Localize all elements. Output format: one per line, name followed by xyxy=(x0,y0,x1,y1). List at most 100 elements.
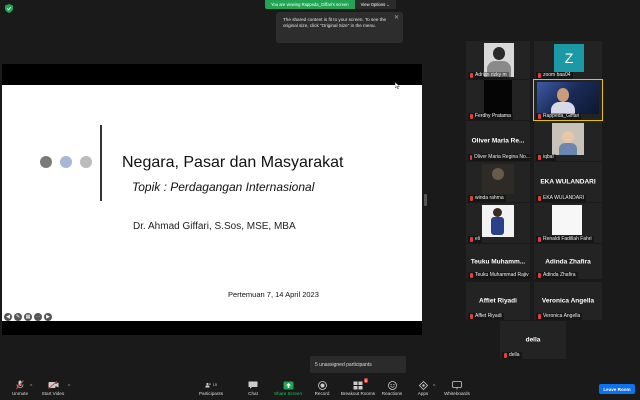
share-screen-label: Share Screen xyxy=(273,391,303,396)
whiteboard-icon xyxy=(451,380,463,390)
participants-count: 15 xyxy=(212,383,217,387)
participant-name-text: Adrian rizky m xyxy=(475,72,507,78)
unmute-label: Unmute xyxy=(11,391,29,396)
participant-name: zoom baa04 xyxy=(536,72,573,79)
participant-photo xyxy=(482,164,514,194)
share-screen-icon xyxy=(282,380,294,390)
close-icon[interactable]: ✕ xyxy=(394,15,399,21)
record-label: Record xyxy=(314,391,330,396)
participant-tile[interactable]: Adinda Zhafira Adinda Zhafira xyxy=(534,244,602,279)
participant-display-name: EKA WULANDARI xyxy=(540,178,596,186)
pen-icon[interactable]: ✎ xyxy=(14,313,22,321)
unassigned-participants-notice[interactable]: 5 unassigned participants xyxy=(310,356,406,373)
participant-name-text: Oliver Maria Regina No... xyxy=(473,154,530,160)
presentation-slide xyxy=(2,85,422,321)
muted-mic-icon xyxy=(538,155,541,160)
participant-photo xyxy=(552,205,582,235)
muted-mic-icon xyxy=(538,114,541,119)
head-shape xyxy=(493,208,502,217)
leave-room-button[interactable]: Leave Room xyxy=(599,384,635,394)
viewing-banner: You are viewing Rappeda_Giffari's screen… xyxy=(265,0,396,9)
panel-resize-handle[interactable] xyxy=(424,194,427,206)
muted-mic-icon xyxy=(538,314,541,319)
next-slide-icon[interactable]: ▶ xyxy=(44,313,52,321)
participant-name-text: della xyxy=(509,352,520,358)
shared-screen xyxy=(2,64,422,335)
video-options-chevron-icon[interactable]: ^ xyxy=(68,384,70,390)
start-video-button[interactable]: Start Video xyxy=(33,380,73,396)
participant-name: EKA WULANDARI xyxy=(536,195,587,202)
participant-display-name: Teuku Muhamm... xyxy=(470,258,526,265)
participant-tile-active-speaker[interactable]: Rappeda_Giffari xyxy=(533,79,603,121)
slide-divider-line xyxy=(100,125,102,201)
participant-name-text: Adinda Zhafira xyxy=(543,272,576,278)
participant-name: eli xyxy=(468,236,483,243)
apps-label: Apps xyxy=(417,391,429,396)
participant-tile[interactable]: EKA WULANDARI EKA WULANDARI xyxy=(534,162,602,202)
slide-meeting-date: Pertemuan 7, 14 April 2023 xyxy=(228,290,319,299)
head-shape xyxy=(562,131,574,143)
participant-tile[interactable]: winda rahma xyxy=(466,162,530,202)
security-shield-icon[interactable] xyxy=(5,4,13,13)
participant-tile[interactable]: della della xyxy=(500,321,566,359)
participant-tile[interactable]: Z zoom baa04 xyxy=(534,41,602,79)
chat-button[interactable]: Chat xyxy=(233,380,273,396)
participant-display-name: Veronica Angella xyxy=(541,297,595,305)
participant-name-text: Teuku Muhammad Rajiv xyxy=(475,272,529,278)
participant-tile[interactable]: Oliver Maria Re... Oliver Maria Regina N… xyxy=(466,121,530,161)
muted-mic-icon xyxy=(470,196,473,201)
slides-grid-icon[interactable]: ▦ xyxy=(24,313,32,321)
participant-name-text: EKA WULANDARI xyxy=(543,195,585,201)
participant-name: Adrian rizky m xyxy=(468,72,509,79)
participant-name: Affiet Riyadi xyxy=(468,313,504,320)
participant-tile[interactable]: iqbal xyxy=(534,121,602,161)
view-options-button[interactable]: View Options ⌄ xyxy=(354,0,396,9)
participant-display-name: Affiet Riyadi xyxy=(479,297,517,305)
chat-label: Chat xyxy=(248,391,258,396)
participant-display-name: Oliver Maria Re... xyxy=(471,137,525,145)
body-shape xyxy=(559,143,577,155)
participant-name-text: Renaldi Fadillah Fahri xyxy=(543,236,592,242)
participant-name: Rappeda_Giffari xyxy=(536,113,582,120)
participant-photo xyxy=(484,80,512,114)
participants-icon: 15 xyxy=(205,380,217,390)
muted-mic-icon xyxy=(538,273,541,278)
record-icon xyxy=(316,380,328,390)
participant-name: Adinda Zhafira xyxy=(536,272,578,279)
participant-tile[interactable]: Renaldi Fadillah Fahri xyxy=(534,203,602,243)
apps-chevron-icon[interactable]: ^ xyxy=(433,384,435,390)
muted-mic-icon xyxy=(470,114,473,119)
head-shape xyxy=(557,88,569,102)
muted-mic-icon xyxy=(538,196,541,201)
slide-title: Negara, Pasar dan Masyarakat xyxy=(122,154,344,171)
participant-tile[interactable]: Ferdhy Pratama xyxy=(466,80,530,120)
record-button[interactable]: Record xyxy=(302,380,342,396)
participant-tile[interactable]: Veronica Angella Veronica Angella xyxy=(534,282,602,320)
participant-name: Veronica Angella xyxy=(536,313,583,320)
tooltip-text: The shared content is fit to your screen… xyxy=(283,17,387,28)
participant-display-name: della xyxy=(525,336,541,344)
more-icon[interactable]: ⋯ xyxy=(34,313,42,321)
participant-photo xyxy=(552,123,584,155)
participants-button[interactable]: 15 Participants xyxy=(191,380,231,396)
participant-tile[interactable]: Affiet Riyadi Affiet Riyadi xyxy=(466,282,530,320)
audio-options-chevron-icon[interactable]: ^ xyxy=(30,384,32,390)
participant-name: iqbal xyxy=(536,154,556,161)
participant-tile[interactable]: Teuku Muhamm... Teuku Muhammad Rajiv xyxy=(466,244,530,279)
participant-tile[interactable]: Adrian rizky m xyxy=(466,41,530,79)
mouse-cursor-icon xyxy=(395,82,400,89)
participant-name-text: Ferdhy Pratama xyxy=(475,113,511,119)
slide-controls: ◀ ✎ ▦ ⋯ ▶ xyxy=(4,313,52,321)
start-video-label: Start Video xyxy=(41,391,65,396)
participant-tile[interactable]: eli xyxy=(466,203,530,243)
participant-name: Teuku Muhammad Rajiv xyxy=(468,272,530,279)
participant-name-text: winda rahma xyxy=(475,195,504,201)
prev-slide-icon[interactable]: ◀ xyxy=(4,313,12,321)
participant-name: della xyxy=(502,352,522,359)
breakout-rooms-icon: 5 xyxy=(352,378,368,390)
participant-name: winda rahma xyxy=(468,195,506,202)
view-options-label: View Options xyxy=(360,2,386,7)
smiley-icon xyxy=(386,380,398,390)
whiteboards-button[interactable]: Whiteboards xyxy=(437,380,477,396)
chat-bubble-icon xyxy=(247,380,259,390)
